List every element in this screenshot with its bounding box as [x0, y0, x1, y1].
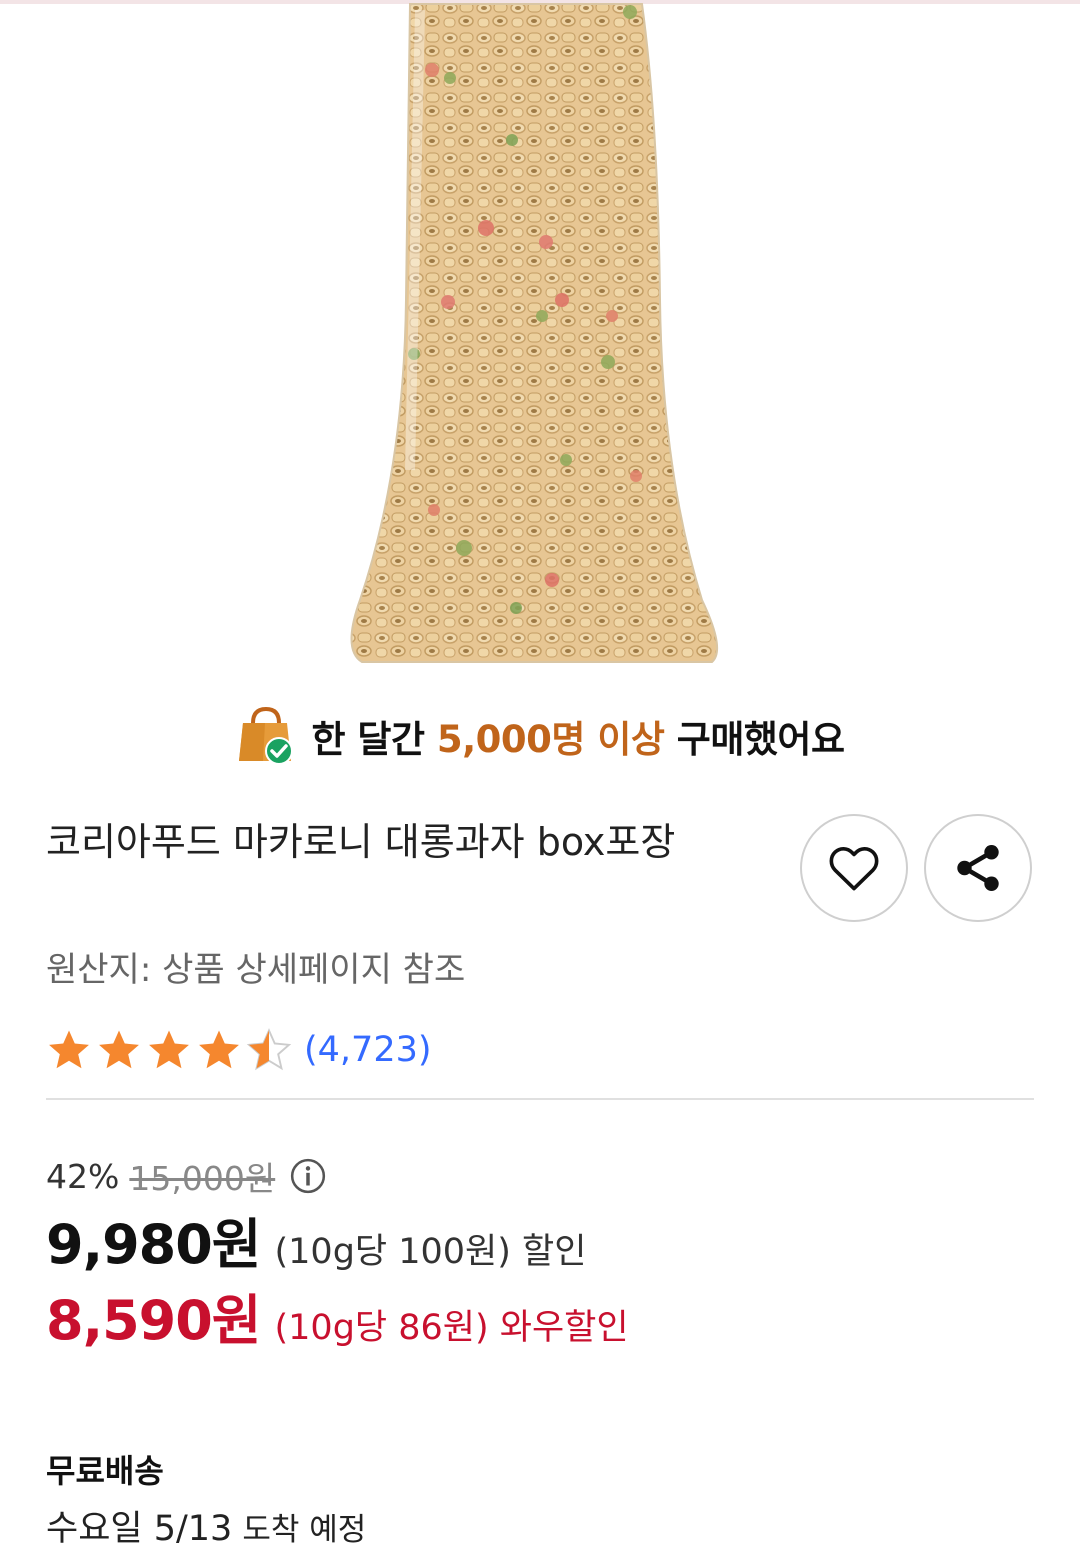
purchase-count-banner: 한 달간 5,000명 이상 구매했어요: [0, 700, 1080, 772]
product-title: 코리아푸드 마카로니 대롱과자 box포장: [46, 820, 676, 864]
star-icon: [149, 1030, 189, 1069]
wow-price-row: 8,590원 (10g당 86원) 와우할인: [46, 1276, 629, 1355]
delivery-date-suffix: 도착 예정: [242, 1512, 367, 1548]
rating-row[interactable]: (4,723): [46, 1022, 432, 1078]
banner-suffix: 구매했어요: [664, 718, 845, 761]
star-icon: [199, 1030, 239, 1069]
delivery-date-main: 수요일 5/13: [46, 1509, 233, 1549]
sale-price: 9,980원: [46, 1213, 261, 1276]
product-image[interactable]: [340, 0, 740, 672]
review-count[interactable]: (4,723): [304, 1030, 432, 1070]
sale-price-row: 9,980원 (10g당 100원) 할인: [46, 1200, 586, 1279]
purchase-count-text: 한 달간 5,000명 이상 구매했어요: [311, 709, 845, 763]
wishlist-button[interactable]: [800, 814, 908, 922]
star-icon: [99, 1030, 139, 1069]
banner-highlight: 5,000명 이상: [436, 718, 665, 761]
discount-row: 42% 15,000원: [46, 1152, 327, 1200]
section-divider: [46, 1098, 1034, 1100]
discount-rate: 42%: [46, 1156, 120, 1196]
half-star-icon: [246, 1028, 292, 1071]
banner-prefix: 한 달간: [311, 718, 437, 761]
star-icon: [49, 1030, 89, 1069]
original-price: 15,000원: [129, 1159, 276, 1198]
shopping-bag-check-icon: [239, 706, 294, 765]
sale-unit-price: (10g당 100원) 할인: [274, 1232, 587, 1272]
share-icon: [957, 845, 999, 891]
origin-text: 원산지: 상품 상세페이지 참조: [46, 950, 466, 990]
wow-unit-price: (10g당 86원) 와우할인: [274, 1308, 629, 1348]
delivery-date: 수요일 5/13 도착 예정: [46, 1500, 366, 1551]
star-rating: [46, 1027, 292, 1073]
free-shipping-label: 무료배송: [46, 1452, 164, 1490]
wow-price: 8,590원: [46, 1289, 261, 1352]
heart-icon: [829, 846, 879, 891]
info-icon[interactable]: [289, 1157, 327, 1195]
share-button[interactable]: [924, 814, 1032, 922]
